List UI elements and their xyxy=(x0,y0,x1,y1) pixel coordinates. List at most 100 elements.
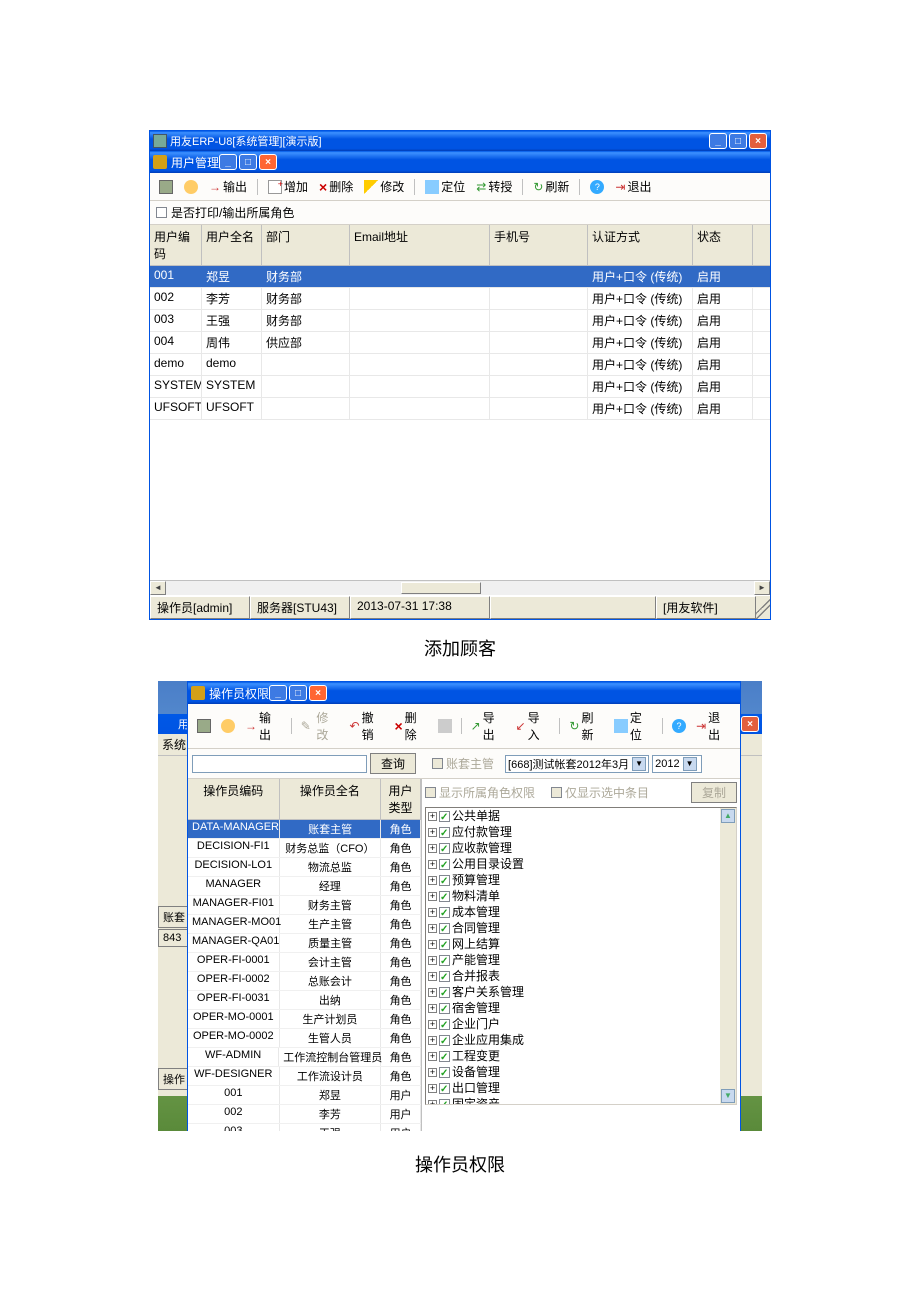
expand-icon[interactable]: + xyxy=(428,988,437,997)
tree-checkbox[interactable] xyxy=(439,1083,450,1094)
tree-checkbox[interactable] xyxy=(439,987,450,998)
table-row[interactable]: 003王强用户 xyxy=(188,1124,421,1131)
col-code[interactable]: 操作员编码 xyxy=(188,779,280,819)
maximize-button[interactable]: □ xyxy=(239,154,257,170)
close-button[interactable]: × xyxy=(749,133,767,149)
table-row[interactable]: OPER-MO-0002生管人员角色 xyxy=(188,1029,421,1048)
tree-checkbox[interactable] xyxy=(439,1019,450,1030)
tree-item[interactable]: +成本管理 xyxy=(426,904,736,920)
expand-icon[interactable]: + xyxy=(428,892,437,901)
tree-checkbox[interactable] xyxy=(439,1003,450,1014)
output-button[interactable]: →输出 xyxy=(241,707,286,745)
table-row[interactable]: 001郑昱财务部用户+口令 (传统)启用 xyxy=(150,266,770,288)
table-row[interactable]: OPER-FI-0001会计主管角色 xyxy=(188,953,421,972)
tree-checkbox[interactable] xyxy=(439,827,450,838)
tree-checkbox[interactable] xyxy=(439,1035,450,1046)
close-button[interactable]: × xyxy=(259,154,277,170)
side-tab-843[interactable]: 843 xyxy=(158,929,190,947)
preview-button[interactable] xyxy=(180,178,202,196)
tree-checkbox[interactable] xyxy=(439,955,450,966)
expand-icon[interactable]: + xyxy=(428,924,437,933)
tree-item[interactable]: +网上结算 xyxy=(426,936,736,952)
tree-item[interactable]: +企业应用集成 xyxy=(426,1032,736,1048)
modify-button[interactable]: 修改 xyxy=(360,176,408,197)
close-button[interactable]: × xyxy=(309,685,327,701)
tree-item[interactable]: +公共单据 xyxy=(426,808,736,824)
expand-icon[interactable]: + xyxy=(428,1020,437,1029)
maximize-button[interactable]: □ xyxy=(289,685,307,701)
tree-checkbox[interactable] xyxy=(439,875,450,886)
table-row[interactable]: DECISION-LO1物流总监角色 xyxy=(188,858,421,877)
preview-button[interactable] xyxy=(217,717,239,735)
col-status[interactable]: 状态 xyxy=(693,225,753,265)
table-row[interactable]: MANAGER-MO01生产主管角色 xyxy=(188,915,421,934)
add-button[interactable]: 增加 xyxy=(264,176,312,197)
tree-checkbox[interactable] xyxy=(439,907,450,918)
table-row[interactable]: DATA-MANAGER账套主管角色 xyxy=(188,820,421,839)
table-row[interactable]: 003王强财务部用户+口令 (传统)启用 xyxy=(150,310,770,332)
refresh-button[interactable]: ↻刷新 xyxy=(529,176,573,197)
expand-icon[interactable]: + xyxy=(428,828,437,837)
expand-icon[interactable]: + xyxy=(428,908,437,917)
export-button[interactable]: ↗导出 xyxy=(467,707,510,745)
expand-icon[interactable]: + xyxy=(428,876,437,885)
tree-item[interactable]: +出口管理 xyxy=(426,1080,736,1096)
col-phone[interactable]: 手机号 xyxy=(490,225,588,265)
tree-checkbox[interactable] xyxy=(439,843,450,854)
print-button[interactable] xyxy=(155,178,177,196)
expand-icon[interactable]: + xyxy=(428,1004,437,1013)
inner-titlebar[interactable]: 用户管理 _ □ × xyxy=(150,151,770,173)
tree-item[interactable]: +合同管理 xyxy=(426,920,736,936)
tree-checkbox[interactable] xyxy=(439,1067,450,1078)
tree-checkbox[interactable] xyxy=(439,923,450,934)
table-row[interactable]: 002李芳用户 xyxy=(188,1105,421,1124)
col-name[interactable]: 操作员全名 xyxy=(280,779,382,819)
outer-titlebar[interactable]: 用友ERP-U8[系统管理][演示版] _ □ × xyxy=(150,131,770,151)
tree-checkbox[interactable] xyxy=(439,859,450,870)
expand-icon[interactable]: + xyxy=(428,1052,437,1061)
print-role-checkbox[interactable] xyxy=(156,207,167,218)
table-row[interactable]: MANAGER-FI01财务主管角色 xyxy=(188,896,421,915)
expand-icon[interactable]: + xyxy=(428,812,437,821)
side-tab-oper[interactable]: 操作 xyxy=(158,1068,190,1090)
table-row[interactable]: OPER-FI-0031出纳角色 xyxy=(188,991,421,1010)
scroll-left-button[interactable]: ◄ xyxy=(150,581,166,595)
tree-checkbox[interactable] xyxy=(439,971,450,982)
titlebar[interactable]: 操作员权限 _ □ × xyxy=(188,682,740,704)
close-button[interactable]: × xyxy=(741,716,759,732)
search-input[interactable] xyxy=(192,755,367,773)
col-auth[interactable]: 认证方式 xyxy=(588,225,693,265)
minimize-button[interactable]: _ xyxy=(269,685,287,701)
expand-icon[interactable]: + xyxy=(428,956,437,965)
tree-item[interactable]: +应收款管理 xyxy=(426,840,736,856)
scroll-track[interactable] xyxy=(166,581,754,595)
permission-tree[interactable]: +公共单据+应付款管理+应收款管理+公用目录设置+预算管理+物料清单+成本管理+… xyxy=(425,807,737,1105)
tree-item[interactable]: +物料清单 xyxy=(426,888,736,904)
table-row[interactable]: OPER-MO-0001生产计划员角色 xyxy=(188,1010,421,1029)
table-row[interactable]: UFSOFTUFSOFT用户+口令 (传统)启用 xyxy=(150,398,770,420)
tree-item[interactable]: +固定资产 xyxy=(426,1096,736,1105)
expand-icon[interactable]: + xyxy=(428,940,437,949)
help-button[interactable]: ? xyxy=(668,717,690,735)
expand-icon[interactable]: + xyxy=(428,1084,437,1093)
scroll-thumb[interactable] xyxy=(401,582,481,594)
col-dept[interactable]: 部门 xyxy=(262,225,350,265)
horizontal-scrollbar[interactable]: ◄ ► xyxy=(150,580,770,595)
print-button[interactable] xyxy=(193,717,215,735)
tree-scrollbar[interactable]: ▲ ▼ xyxy=(720,808,736,1104)
tree-item[interactable]: +合并报表 xyxy=(426,968,736,984)
scroll-down-button[interactable]: ▼ xyxy=(721,1089,735,1103)
menu-system[interactable]: 系统 xyxy=(162,738,186,752)
year-combo[interactable]: 2012▼ xyxy=(652,755,702,773)
query-button[interactable]: 查询 xyxy=(370,753,416,774)
undo-button[interactable]: ↶撤销 xyxy=(346,707,389,745)
help-button[interactable]: ? xyxy=(586,178,608,196)
refresh-button[interactable]: ↻刷新 xyxy=(565,707,608,745)
scroll-up-button[interactable]: ▲ xyxy=(721,809,735,823)
tree-item[interactable]: +企业门户 xyxy=(426,1016,736,1032)
tree-item[interactable]: +宿舍管理 xyxy=(426,1000,736,1016)
maximize-button[interactable]: □ xyxy=(729,133,747,149)
tree-item[interactable]: +客户关系管理 xyxy=(426,984,736,1000)
expand-icon[interactable]: + xyxy=(428,860,437,869)
tree-item[interactable]: +应付款管理 xyxy=(426,824,736,840)
